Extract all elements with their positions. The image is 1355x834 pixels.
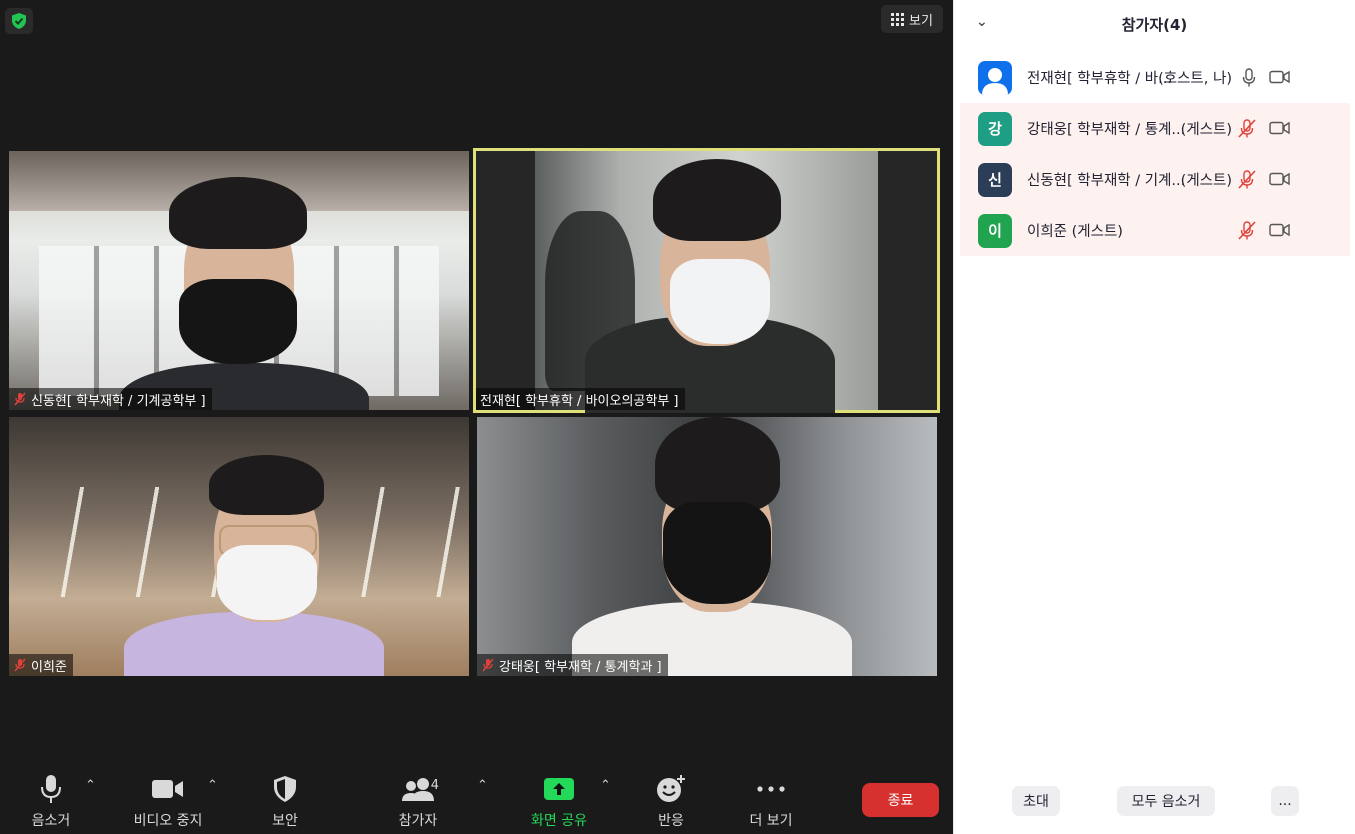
chevron-down-icon[interactable]: ⌄ bbox=[976, 14, 988, 30]
share-screen-button[interactable]: 화면 공유 bbox=[525, 772, 593, 830]
video-feed bbox=[9, 417, 469, 676]
security-button[interactable]: 보안 bbox=[268, 772, 302, 830]
participant-name: 전재현[ 학부휴학 / 바... bbox=[1027, 71, 1172, 87]
default-user-avatar-icon bbox=[982, 67, 1008, 95]
meeting-area: 보기 신동현[ 학부재학 / 기계공학부 ] 전재현[ 학부휴학 / 바이오의공… bbox=[0, 0, 953, 834]
participants-button[interactable]: 4 참가자 bbox=[392, 772, 444, 830]
audio-options-caret[interactable]: ⌃ bbox=[85, 778, 96, 793]
share-screen-label: 화면 공유 bbox=[531, 813, 587, 829]
security-status-badge[interactable] bbox=[5, 8, 33, 34]
avatar: 이 bbox=[978, 213, 1012, 248]
video-tile[interactable]: 신동현[ 학부재학 / 기계공학부 ] bbox=[9, 151, 469, 410]
meeting-toolbar: 음소거 ⌃ 비디오 중지 ⌃ 보안 4 참가자 ⌃ 화면 공유 ⌃ 반응 더 보… bbox=[0, 764, 953, 834]
participant-nameplate: 강태웅[ 학부재학 / 통계학과 ] bbox=[477, 654, 668, 676]
video-camera-icon[interactable] bbox=[1269, 223, 1290, 237]
more-options-button[interactable]: ... bbox=[1271, 786, 1299, 816]
muted-mic-icon[interactable] bbox=[1238, 119, 1256, 138]
participant-name: 강태웅[ 학부재학 / 통계... bbox=[1027, 122, 1186, 138]
smiley-add-icon bbox=[657, 775, 685, 802]
stop-video-label: 비디오 중지 bbox=[133, 813, 203, 829]
video-camera-icon bbox=[152, 780, 183, 798]
avatar: 신 bbox=[978, 162, 1012, 197]
microphone-icon[interactable] bbox=[1242, 68, 1256, 87]
participants-panel-title: 참가자(4) bbox=[1121, 15, 1188, 34]
muted-mic-icon[interactable] bbox=[1238, 170, 1256, 189]
view-button[interactable]: 보기 bbox=[881, 5, 943, 33]
participant-row[interactable]: 이 이희준 (게스트) bbox=[960, 205, 1350, 256]
view-label: 보기 bbox=[909, 13, 933, 29]
shield-icon bbox=[274, 776, 296, 802]
end-meeting-button[interactable]: 종료 bbox=[862, 783, 939, 817]
video-feed bbox=[9, 151, 469, 410]
video-feed bbox=[535, 151, 878, 413]
reactions-label: 반응 bbox=[658, 813, 684, 829]
participant-name: 이희준 (게스트) bbox=[1027, 224, 1123, 240]
microphone-icon bbox=[41, 775, 61, 803]
avatar bbox=[978, 60, 1012, 95]
video-tile[interactable]: 강태웅[ 학부재학 / 통계학과 ] bbox=[477, 417, 937, 676]
participant-row[interactable]: 전재현[ 학부휴학 / 바... (호스트, 나) bbox=[960, 52, 1350, 103]
mute-button[interactable]: 음소거 bbox=[28, 772, 74, 830]
more-button[interactable]: 더 보기 bbox=[745, 772, 797, 830]
video-tile[interactable]: 이희준 bbox=[9, 417, 469, 676]
invite-button[interactable]: 초대 bbox=[1012, 786, 1060, 816]
security-label: 보안 bbox=[272, 813, 298, 829]
participant-name: 이희준 bbox=[31, 659, 67, 675]
participant-nameplate: 전재현[ 학부휴학 / 바이오의공학부 ] bbox=[476, 388, 685, 410]
participants-list: 전재현[ 학부휴학 / 바... (호스트, 나) 강 강태웅[ 학부재학 / … bbox=[960, 52, 1350, 256]
participant-role: (게스트) bbox=[1180, 173, 1232, 189]
grid-icon bbox=[891, 12, 905, 26]
share-options-caret[interactable]: ⌃ bbox=[600, 778, 611, 793]
participant-row[interactable]: 신 신동현[ 학부재학 / 기계... (게스트) bbox=[960, 154, 1350, 205]
participant-nameplate: 이희준 bbox=[9, 654, 73, 676]
participant-name: 전재현[ 학부휴학 / 바이오의공학부 ] bbox=[480, 393, 679, 409]
video-camera-icon[interactable] bbox=[1269, 121, 1290, 135]
video-feed bbox=[477, 417, 937, 676]
video-options-caret[interactable]: ⌃ bbox=[207, 778, 218, 793]
mute-all-button[interactable]: 모두 음소거 bbox=[1117, 786, 1215, 816]
video-tile-active-speaker[interactable]: 전재현[ 학부휴학 / 바이오의공학부 ] bbox=[473, 148, 940, 413]
participant-role: (호스트, 나) bbox=[1158, 71, 1232, 87]
participants-count: 4 bbox=[430, 778, 439, 793]
reactions-button[interactable]: 반응 bbox=[654, 772, 688, 830]
participants-panel: ⌄ 참가자(4) 전재현[ 학부휴학 / 바... (호스트, 나) 강 강태웅… bbox=[953, 0, 1355, 834]
more-label: 더 보기 bbox=[749, 813, 793, 829]
video-camera-icon[interactable] bbox=[1269, 172, 1290, 186]
participant-name: 신동현[ 학부재학 / 기계... bbox=[1027, 173, 1186, 189]
mute-label: 음소거 bbox=[31, 813, 71, 829]
muted-mic-icon bbox=[14, 658, 26, 672]
shield-check-icon bbox=[12, 13, 26, 29]
participant-role: (게스트) bbox=[1180, 122, 1232, 138]
participant-name: 강태웅[ 학부재학 / 통계학과 ] bbox=[499, 659, 662, 675]
participants-options-caret[interactable]: ⌃ bbox=[477, 778, 488, 793]
participants-panel-header: ⌄ 참가자(4) bbox=[954, 0, 1355, 48]
muted-mic-icon bbox=[482, 658, 494, 672]
muted-mic-icon[interactable] bbox=[1238, 221, 1256, 240]
share-screen-icon bbox=[544, 778, 574, 800]
stop-video-button[interactable]: 비디오 중지 bbox=[128, 772, 208, 830]
muted-mic-icon bbox=[14, 392, 26, 406]
participant-row[interactable]: 강 강태웅[ 학부재학 / 통계... (게스트) bbox=[960, 103, 1350, 154]
video-camera-icon[interactable] bbox=[1269, 70, 1290, 84]
participant-nameplate: 신동현[ 학부재학 / 기계공학부 ] bbox=[9, 388, 212, 410]
participant-name: 신동현[ 학부재학 / 기계공학부 ] bbox=[31, 393, 206, 409]
participants-label: 참가자 bbox=[398, 813, 438, 829]
more-dots-icon bbox=[757, 786, 785, 792]
avatar: 강 bbox=[978, 111, 1012, 146]
participants-panel-footer: 초대 모두 음소거 ... bbox=[954, 784, 1355, 818]
